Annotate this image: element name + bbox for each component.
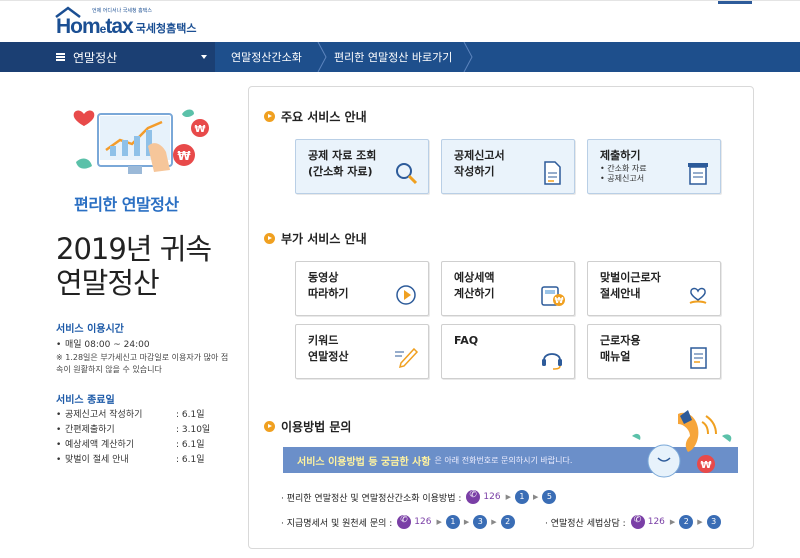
bullet-arrow-icon: [264, 421, 275, 432]
logo-tagline: 언제 어디서나 국세청 홈택스: [92, 8, 152, 14]
svg-text:₩: ₩: [194, 124, 205, 135]
headset-icon: [542, 353, 562, 370]
card-deduction-lookup[interactable]: 공제 자료 조회 (간소화 자료): [295, 139, 429, 194]
promo-illustration: ₩ ₩: [73, 109, 209, 174]
end-item: • 예상세액 계산하기: 6.1일: [56, 440, 205, 450]
hometax-logo[interactable]: 언제 어디서나 국세청 홈택스 Hometax 국세청홈택스: [55, 6, 197, 39]
logo-home-text: Hometax: [55, 6, 134, 39]
card-tax-estimate[interactable]: 예상세액 계산하기 ₩: [441, 261, 575, 316]
breadcrumb-easy-settlement[interactable]: 편리한 연말정산 바로가기: [334, 42, 452, 72]
card-write-form[interactable]: 공제신고서 작성하기: [441, 139, 575, 194]
svg-text:₩: ₩: [177, 149, 191, 163]
card-submit[interactable]: 제출하기 • 간소화 자료 • 공제신고서: [587, 139, 721, 194]
nav-menu-dropdown[interactable]: 연말정산: [0, 42, 215, 72]
pencil-icon: [395, 347, 419, 369]
phone-icon: [466, 490, 481, 504]
breadcrumb-simplified[interactable]: 연말정산간소화: [231, 42, 302, 72]
service-hours-heading: 서비스 이용시간: [56, 324, 124, 335]
bullet-arrow-icon: [264, 111, 275, 122]
end-item: • 맞벌이 절세 안내: 6.1일: [56, 455, 205, 465]
header: 언제 어디서나 국세청 홈택스 Hometax 국세청홈택스: [0, 0, 800, 42]
breadcrumb-separator-icon: [317, 42, 327, 72]
hamburger-icon: [56, 53, 65, 61]
phone-icon: [630, 515, 645, 529]
phone-icon: [397, 515, 412, 529]
page-title: 2019년 귀속 연말정산: [56, 232, 212, 300]
top-right-accent: [718, 1, 752, 4]
document-icon: [544, 161, 561, 185]
service-hours-note: ※ 1.28일은 부가세신고 마감일로 이용자가 많아 접속이 원활하지 않을 …: [56, 353, 229, 374]
contact-line-tax-law: · 연말정산 세법상담 : 126 ▶2 ▶3: [545, 515, 723, 529]
phone-call-illustration: ₩: [632, 410, 732, 478]
submit-tray-icon: [688, 163, 708, 185]
bullet-arrow-icon: [264, 233, 275, 244]
end-item: • 공제신고서 작성하기: 6.1일: [56, 410, 205, 420]
nav-menu-label: 연말정산: [73, 50, 118, 65]
main-services-heading: 주요 서비스 안내: [264, 108, 367, 125]
navbar: 연말정산 연말정산간소화 편리한 연말정산 바로가기: [0, 42, 800, 72]
contact-line-usage: · 편리한 연말정산 및 연말정산간소화 이용방법 : 126 ▶1 ▶5: [281, 490, 558, 504]
card-video-guide[interactable]: 동영상 따라하기: [295, 261, 429, 316]
play-icon: [396, 285, 416, 305]
extra-services-heading: 부가 서비스 안내: [264, 230, 367, 247]
service-end-heading: 서비스 종료일: [56, 395, 115, 406]
caret-down-icon: [201, 55, 207, 59]
card-manual[interactable]: 근로자용 매뉴얼: [587, 324, 721, 379]
contact-line-withholding: · 지급명세서 및 원천세 문의 : 126 ▶1 ▶3 ▶2: [281, 515, 517, 529]
manual-icon: [690, 347, 707, 369]
card-keyword[interactable]: 키워드 연말정산: [295, 324, 429, 379]
service-hours-line: • 매일 08:00 ~ 24:00: [56, 340, 150, 350]
promo-title: 편리한 연말정산: [74, 195, 179, 214]
end-item: • 간편제출하기: 3.10일: [56, 425, 211, 435]
svg-text:₩: ₩: [700, 460, 711, 471]
logo-roof-icon: [55, 6, 81, 18]
calculator-won-icon: ₩: [541, 286, 565, 306]
contact-heading: 이용방법 문의: [264, 418, 351, 435]
magnifier-icon: [396, 163, 418, 185]
couple-heart-icon: [689, 287, 707, 304]
svg-text:₩: ₩: [555, 296, 564, 305]
breadcrumb-separator-icon: [463, 42, 473, 72]
card-faq[interactable]: FAQ: [441, 324, 575, 379]
logo-korean: 국세청홈택스: [135, 22, 197, 35]
card-dual-income[interactable]: 맞벌이근로자 절세안내: [587, 261, 721, 316]
